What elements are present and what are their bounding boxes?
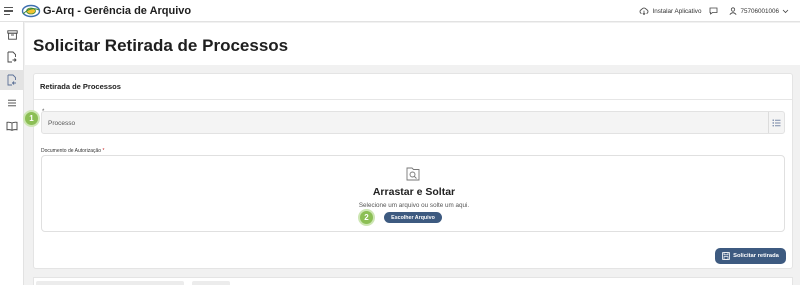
card-divider — [34, 99, 792, 100]
chevron-down-icon — [782, 9, 789, 13]
page-header: Solicitar Retirada de Processos — [25, 23, 800, 65]
save-icon — [722, 252, 730, 260]
file-search-icon — [406, 167, 420, 181]
process-placeholder: Processo — [48, 120, 76, 127]
rail-item-archive[interactable] — [0, 25, 24, 45]
user-icon — [729, 7, 737, 15]
document-label: Documento de Autorização * — [41, 148, 104, 154]
withdrawal-card: Retirada de Processos * Processo Documen… — [33, 73, 793, 269]
top-bar: G-Arq - Gerência de Arquivo Instalar Apl… — [0, 0, 800, 22]
app-title: G-Arq - Gerência de Arquivo — [43, 5, 192, 17]
card-title: Retirada de Processos — [40, 82, 121, 91]
cloud-download-icon — [640, 7, 649, 15]
file-dropzone[interactable]: Arrastar e Soltar Selecione um arquivo o… — [41, 155, 785, 232]
request-withdrawal-label: Solicitar retirada — [733, 253, 779, 259]
dropzone-subtitle: Selecione um arquivo ou solte um aqui. — [358, 202, 470, 209]
step-badge-1: 1 — [23, 110, 40, 127]
document-export-icon — [7, 74, 16, 86]
install-app-label: Instalar Aplicativo — [652, 7, 702, 15]
choose-file-button[interactable]: Escolher Arquivo — [384, 212, 442, 223]
document-label-text: Documento de Autorização — [41, 148, 102, 154]
side-rail — [0, 22, 24, 285]
top-actions: Instalar Aplicativo 75706001006 — [631, 0, 792, 22]
list-icon — [8, 99, 16, 107]
rail-item-book[interactable] — [0, 116, 24, 136]
process-list-button[interactable] — [768, 112, 784, 133]
archive-icon — [6, 30, 18, 40]
rail-item-document-arrow[interactable] — [0, 47, 24, 67]
process-input[interactable]: Processo — [41, 111, 785, 134]
document-required-mark: * — [102, 148, 105, 154]
chat-icon — [710, 7, 718, 15]
bottom-tab[interactable] — [192, 281, 230, 285]
chat-button[interactable] — [709, 7, 721, 15]
list-bullets-icon — [772, 119, 781, 126]
book-icon — [6, 121, 18, 131]
app-logo — [21, 4, 41, 18]
rail-item-list[interactable] — [0, 93, 24, 113]
bottom-tab[interactable] — [36, 281, 184, 285]
page-title: Solicitar Retirada de Processos — [33, 36, 289, 55]
install-app-button[interactable]: Instalar Aplicativo — [639, 7, 701, 15]
rail-item-document-export[interactable] — [0, 70, 24, 90]
user-id: 75706001006 — [740, 7, 779, 15]
user-menu[interactable]: 75706001006 — [729, 7, 792, 15]
menu-icon[interactable] — [4, 5, 16, 17]
dropzone-title: Arrastar e Soltar — [372, 186, 456, 198]
document-arrow-icon — [7, 51, 17, 63]
request-withdrawal-button[interactable]: Solicitar retirada — [715, 248, 786, 264]
step-badge-2: 2 — [358, 209, 375, 226]
